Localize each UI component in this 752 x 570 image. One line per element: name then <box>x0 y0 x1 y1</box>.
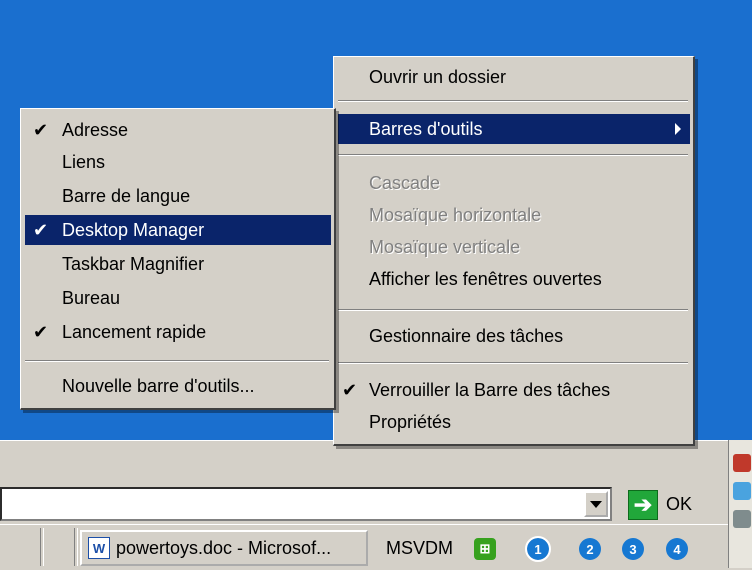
tray-flower-icon[interactable] <box>733 454 751 472</box>
submenu-item-desktop-manager[interactable]: ✔ Desktop Manager <box>25 215 331 245</box>
go-label[interactable]: OK <box>666 494 692 515</box>
virtual-desktop-2[interactable]: 2 <box>579 538 601 560</box>
desktop-manager-label: MSVDM <box>386 538 453 558</box>
submenu-arrow-icon <box>675 123 681 135</box>
menu-separator <box>25 360 329 362</box>
menu-separator <box>338 309 688 311</box>
check-icon: ✔ <box>33 120 49 140</box>
menu-item-show-open-windows[interactable]: Afficher les fenêtres ouvertes <box>369 264 602 294</box>
notification-icons <box>728 440 752 568</box>
submenu-item-links[interactable]: Liens <box>62 147 105 177</box>
menu-item-properties[interactable]: Propriétés <box>369 407 451 437</box>
check-icon: ✔ <box>33 322 49 342</box>
word-document-icon: W <box>88 537 110 559</box>
virtual-desktop-1[interactable]: 1 <box>525 536 551 562</box>
check-icon: ✔ <box>342 380 358 400</box>
arrow-right-icon: ➔ <box>633 492 653 517</box>
menu-separator <box>338 362 688 364</box>
submenu-item-desktop[interactable]: Bureau <box>62 283 120 313</box>
submenu-item-language-bar[interactable]: Barre de langue <box>62 181 190 211</box>
task-button-label: powertoys.doc - Microsof... <box>116 537 332 558</box>
submenu-item-taskbar-magnifier[interactable]: Taskbar Magnifier <box>62 249 204 279</box>
menu-item-task-manager[interactable]: Gestionnaire des tâches <box>369 321 563 351</box>
menu-item-toolbars[interactable]: Barres d'outils <box>338 114 690 144</box>
taskbar-separator <box>40 528 44 566</box>
menu-separator <box>338 154 688 156</box>
taskbar-separator <box>74 528 78 566</box>
go-button[interactable]: ➔ <box>628 490 658 520</box>
submenu-item-new-toolbar[interactable]: Nouvelle barre d'outils... <box>62 371 255 401</box>
menu-item-cascade[interactable]: Cascade <box>369 168 440 198</box>
tray-app-icon[interactable] <box>733 482 751 500</box>
menu-item-tile-vertical[interactable]: Mosaïque verticale <box>369 232 520 262</box>
submenu-item-desktop-manager-label: Desktop Manager <box>62 220 205 240</box>
address-toolbar <box>0 440 728 485</box>
menu-item-toolbars-label: Barres d'outils <box>369 119 483 139</box>
task-button-powertoys[interactable]: W powertoys.doc - Microsof... <box>80 530 368 566</box>
menu-item-open-folder[interactable]: Ouvrir un dossier <box>369 62 506 92</box>
submenu-item-quick-launch[interactable]: Lancement rapide <box>62 317 206 347</box>
menu-separator <box>338 100 688 102</box>
menu-item-lock-taskbar[interactable]: Verrouiller la Barre des tâches <box>369 375 610 405</box>
virtual-desktop-3[interactable]: 3 <box>622 538 644 560</box>
taskbar-context-menu: Ouvrir un dossier Barres d'outils Cascad… <box>333 56 695 446</box>
address-input[interactable] <box>0 487 612 521</box>
tray-misc-icon[interactable] <box>733 510 751 528</box>
menu-item-tile-horizontal[interactable]: Mosaïque horizontale <box>369 200 541 230</box>
address-dropdown-button[interactable] <box>584 491 608 517</box>
toolbars-submenu: ✔ Adresse Liens Barre de langue ✔ Deskto… <box>20 108 336 410</box>
virtual-desktop-4[interactable]: 4 <box>666 538 688 560</box>
check-icon: ✔ <box>33 220 49 240</box>
desktop-overview-icon[interactable]: ⊞ <box>474 538 496 560</box>
submenu-item-address[interactable]: Adresse <box>62 115 128 145</box>
